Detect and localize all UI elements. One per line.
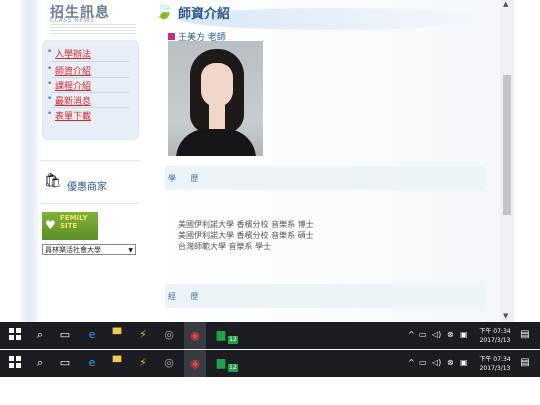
shopping-icon: 🛍 [44, 173, 62, 189]
menu-divider [51, 92, 129, 93]
action-center-icon[interactable]: ▤ [518, 328, 532, 342]
clock-date[interactable]: 2017/3/13 [478, 336, 512, 345]
sidebar-fine-print [50, 24, 136, 36]
teacher-photo [168, 41, 263, 156]
sidebar: 招生訊息 CLASS NEWS 入學辦法 師資介紹 課程介紹 最新消息 表單下載… [40, 0, 140, 322]
select-value: 員林樂活社會大學 [45, 246, 101, 254]
menu-item-courses[interactable]: 課程介紹 [47, 79, 91, 92]
education-line: 美國伊利諾大學 香檳分校 音樂系 博士 [178, 220, 314, 229]
search-icon[interactable]: ⌕ [33, 356, 47, 370]
left-decor-strip [20, 0, 38, 322]
chevron-down-icon: ▼ [128, 247, 133, 254]
sidebar-subtitle: CLASS NEWS [50, 17, 95, 24]
photo-neck [209, 103, 225, 131]
scrollbar[interactable]: ▲ ▼ [500, 0, 514, 322]
windows-icon[interactable] [8, 356, 22, 370]
input-method-icon[interactable]: ▣ [460, 358, 468, 367]
chrome-icon[interactable]: ◉ [184, 322, 206, 349]
promo-section[interactable]: 🛍 優惠商家 [40, 160, 140, 204]
education-line: 台灣師範大學 音樂系 學士 [178, 242, 272, 251]
bookmark-icon [168, 33, 175, 40]
network-icon[interactable]: ▭ [419, 330, 427, 339]
input-method-icon[interactable]: ▣ [460, 330, 468, 339]
left-column: 招生訊息 CLASS NEWS 入學辦法 師資介紹 課程介紹 最新消息 表單下載… [0, 0, 150, 322]
edge-icon[interactable]: e [85, 328, 99, 342]
leaf-icon: 🍃 [154, 1, 174, 20]
edge-icon[interactable]: e [85, 356, 99, 370]
task-view-icon[interactable]: ▭ [58, 356, 72, 370]
task-view-icon[interactable]: ▭ [58, 328, 72, 342]
education-line: 美國伊利諾大學 香檳分校 音樂系 碩士 [178, 231, 314, 240]
yellow-app-icon[interactable]: ⚡ [136, 356, 150, 370]
clock-time[interactable]: 下午 07:34 [478, 327, 512, 336]
windows-icon[interactable] [8, 328, 22, 342]
mixer-app-icon[interactable]: ◎ [162, 356, 176, 370]
photo-shirt [176, 129, 256, 156]
close-icon[interactable]: ⊗ [447, 330, 454, 339]
page-title: 師資介紹 [178, 7, 231, 22]
family-site-banner[interactable]: ♥ FEMILY SITE [42, 212, 98, 240]
folder-icon[interactable]: ▀ [110, 356, 124, 370]
family-icon: ♥ [45, 218, 56, 232]
education-header: 學 歷 [165, 166, 485, 190]
mixer-app-icon[interactable]: ◎ [162, 328, 176, 342]
taskbar: ⌕ ▭ e ▀ ⚡ ◎ ◉ ▆ 12 ^ ▭ ◁) ⊗ ▣ 下午 07:34 2… [0, 350, 540, 377]
close-icon[interactable]: ⊗ [447, 358, 454, 367]
page-edge [514, 0, 540, 322]
notification-badge: 12 [228, 364, 238, 372]
menu-item-forms[interactable]: 表單下載 [47, 109, 91, 122]
notification-badge: 12 [228, 336, 238, 344]
clock-time[interactable]: 下午 07:34 [478, 355, 512, 364]
yellow-app-icon[interactable]: ⚡ [136, 328, 150, 342]
menu-item-admission[interactable]: 入學辦法 [47, 47, 91, 60]
family-site-label: FEMILY SITE [60, 214, 88, 230]
folder-icon[interactable]: ▀ [110, 328, 124, 342]
chevron-up-icon[interactable]: ^ [408, 330, 415, 339]
menu-divider [51, 77, 129, 78]
promo-label: 優惠商家 [67, 182, 107, 193]
menu-divider [51, 107, 129, 108]
experience-header: 經 歷 [165, 284, 485, 308]
scroll-thumb[interactable] [503, 75, 511, 215]
action-center-icon[interactable]: ▤ [518, 356, 532, 370]
browser-page: 招生訊息 CLASS NEWS 入學辦法 師資介紹 課程介紹 最新消息 表單下載… [0, 0, 540, 322]
clock-date[interactable]: 2017/3/13 [478, 364, 512, 373]
volume-icon[interactable]: ◁) [432, 358, 441, 367]
photo-face [201, 63, 233, 107]
line-icon[interactable]: ▆ [214, 356, 228, 370]
sidebar-menu: 入學辦法 師資介紹 課程介紹 最新消息 表單下載 [42, 40, 139, 140]
family-site-select[interactable]: 員林樂活社會大學 ▼ [42, 244, 136, 255]
menu-divider [51, 61, 129, 62]
line-icon[interactable]: ▆ [214, 328, 228, 342]
network-icon[interactable]: ▭ [419, 358, 427, 367]
education-label: 學 歷 [168, 174, 205, 183]
taskbar: ⌕ ▭ e ▀ ⚡ ◎ ◉ ▆ 12 ^ ▭ ◁) ⊗ ▣ 下午 07:34 2… [0, 322, 540, 349]
menu-item-news[interactable]: 最新消息 [47, 94, 91, 107]
scroll-up-icon[interactable]: ▲ [503, 0, 508, 8]
chrome-icon[interactable]: ◉ [184, 350, 206, 377]
experience-label: 經 歷 [168, 292, 205, 301]
chevron-up-icon[interactable]: ^ [408, 358, 415, 367]
menu-item-teachers[interactable]: 師資介紹 [47, 64, 91, 77]
volume-icon[interactable]: ◁) [432, 330, 441, 339]
scroll-down-icon[interactable]: ▼ [503, 312, 508, 320]
search-icon[interactable]: ⌕ [33, 328, 47, 342]
